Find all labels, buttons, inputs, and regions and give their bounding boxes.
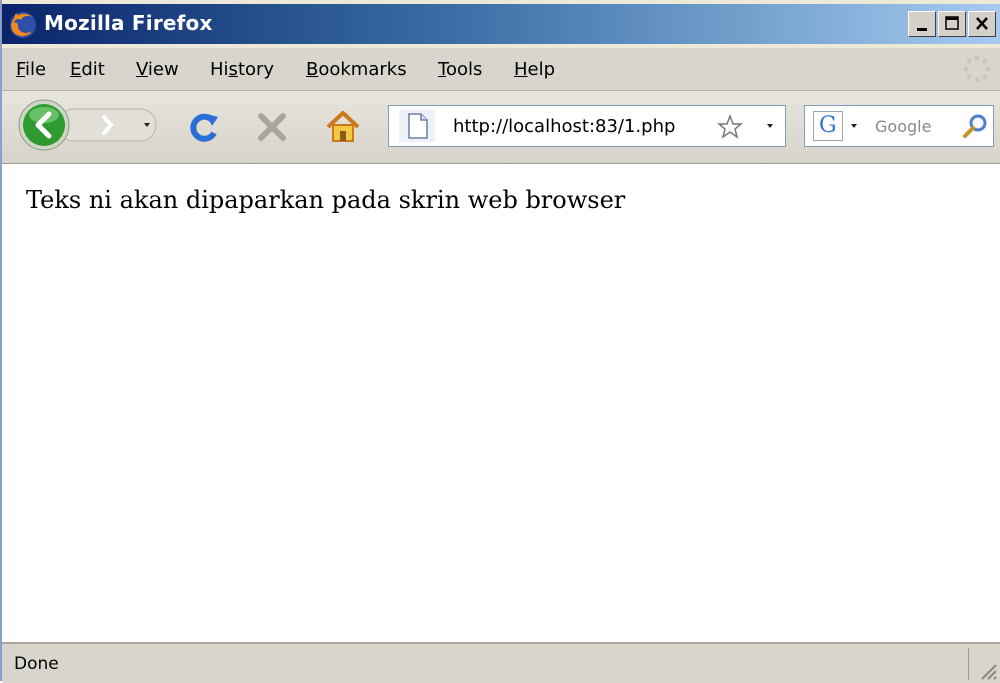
throbber-icon	[963, 55, 991, 83]
url-bar[interactable]: http://localhost:83/1.php	[388, 105, 786, 147]
page-text: Teks ni akan dipaparkan pada skrin web b…	[26, 186, 626, 214]
search-input[interactable]: Google	[875, 117, 931, 136]
menu-edit[interactable]: Edit	[70, 59, 105, 80]
page-icon	[399, 110, 435, 142]
firefox-logo-icon	[10, 12, 36, 38]
menu-history[interactable]: History	[210, 59, 274, 80]
status-divider	[968, 648, 969, 680]
status-bar: Done	[2, 642, 1000, 683]
minimize-icon	[917, 28, 927, 31]
search-engine-icon: G	[819, 113, 837, 138]
navigation-toolbar: http://localhost:83/1.php G Google	[2, 91, 1000, 164]
minimize-button[interactable]	[908, 11, 936, 37]
maximize-icon	[945, 16, 959, 30]
status-text: Done	[14, 654, 59, 674]
search-bar[interactable]: G Google	[804, 105, 994, 147]
url-text: http://localhost:83/1.php	[453, 116, 676, 137]
maximize-button[interactable]	[938, 11, 966, 37]
forward-button[interactable]	[98, 109, 138, 145]
menu-view[interactable]: View	[136, 59, 179, 80]
search-engine-dropdown-icon[interactable]	[849, 122, 859, 130]
menu-bar: File Edit View History Bookmarks Tools H…	[2, 48, 1000, 91]
browser-window: Mozilla Firefox File Edit View History B…	[0, 0, 1000, 683]
menu-help[interactable]: Help	[514, 59, 555, 80]
title-bar[interactable]: Mozilla Firefox	[2, 4, 1000, 44]
resize-grip-icon[interactable]	[976, 659, 998, 681]
bookmark-star-icon[interactable]	[717, 114, 743, 140]
menu-bookmarks[interactable]: Bookmarks	[306, 59, 407, 80]
url-dropdown-icon[interactable]	[765, 122, 775, 130]
menu-file[interactable]: File	[16, 59, 46, 80]
home-icon[interactable]	[324, 107, 362, 145]
search-icon[interactable]	[961, 112, 989, 140]
reload-icon[interactable]	[186, 109, 222, 145]
close-button[interactable]	[968, 11, 996, 37]
stop-icon[interactable]	[254, 109, 290, 145]
history-dropdown-button[interactable]	[140, 115, 156, 135]
search-engine-button[interactable]: G	[813, 111, 843, 141]
window-title: Mozilla Firefox	[44, 11, 213, 35]
menu-tools[interactable]: Tools	[438, 59, 482, 80]
close-icon	[976, 17, 988, 30]
web-content: Teks ni akan dipaparkan pada skrin web b…	[2, 164, 1000, 642]
